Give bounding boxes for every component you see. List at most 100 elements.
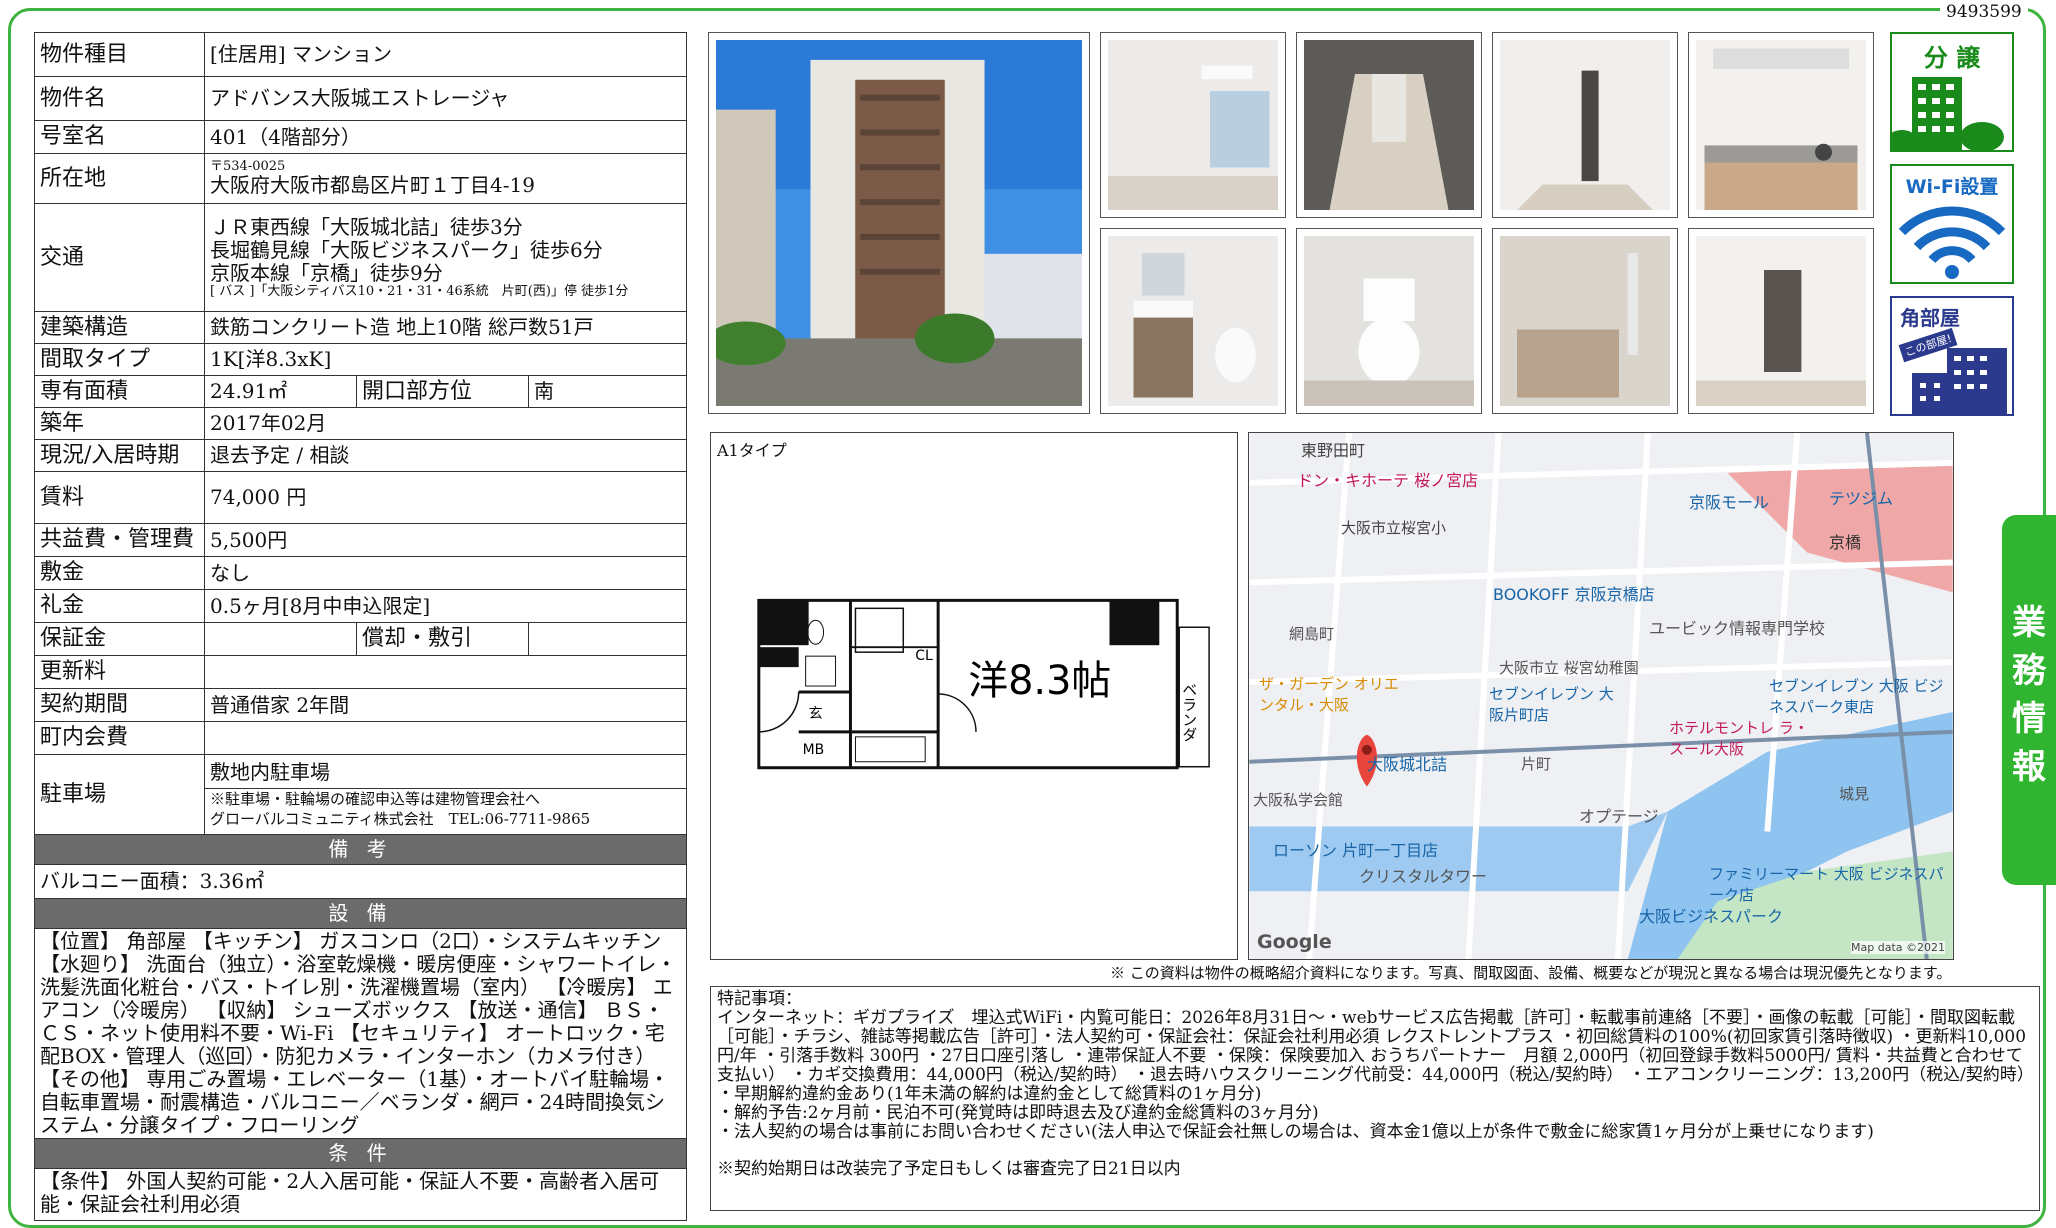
interior-photo-toilet[interactable] (1296, 228, 1482, 414)
value-key-money: 0.5ヶ月[8月中申込限定] (203, 589, 688, 623)
wifi-icon (1898, 206, 2006, 279)
label-guarantee: 保証金 (34, 622, 205, 656)
business-info-tab-label: 業務情報 (2012, 603, 2046, 787)
notes-line: ・法人契約の場合は事前にお問い合わせください(法人申込で保証会社無しの場合は、資… (717, 1122, 1874, 1143)
label-status: 現況/入居時期 (34, 439, 205, 472)
map-label: ホテルモントレ ラ・スール大阪 (1669, 719, 1809, 758)
map-attribution: Map data ©2021 (1851, 941, 1945, 954)
facilities-text: 【位置】 角部屋 【キッチン】 ガスコンロ（2口）・システムキッチン 【水廻り】… (33, 928, 688, 1139)
property-id: 9493599 (1940, 2, 2028, 22)
label-parking: 駐車場 (34, 754, 205, 835)
label-rent: 賃料 (34, 471, 205, 524)
label-area: 専有面積 (34, 375, 205, 408)
map-label: セブンイレブン 大阪 ビジネスパーク東店 (1769, 677, 1944, 716)
map-label: オプテージ (1579, 807, 1659, 826)
interior-photo-entrance[interactable] (1688, 228, 1874, 414)
interior-photo-bathroom[interactable] (1492, 228, 1678, 414)
badge-wifi: Wi-Fi設置 (1890, 164, 2014, 284)
access-list: ＪＲ東西線「大阪城北詰」徒歩3分 長堀鶴見線「大阪ビジネスパーク」徒歩6分 京阪… (203, 203, 688, 312)
map-label: 大阪ビジネスパーク (1639, 907, 1784, 926)
floorplan-drawing: 洋8.3帖 CL 玄 MB ベランダ (757, 598, 1210, 770)
label-built: 築年 (34, 407, 205, 440)
building-exterior-photo[interactable] (708, 32, 1090, 414)
postal-code: 〒534-0025 (210, 158, 286, 174)
floorplan-cl-label: CL (915, 648, 933, 664)
access-line: 京阪本線「京橋」徒歩9分 (210, 260, 443, 285)
interior-photo-kitchen[interactable] (1688, 32, 1874, 218)
notes-title: 特記事項： (717, 989, 802, 1009)
value-name: アドバンス大阪城エストレージャ (203, 76, 688, 121)
map-label: テツジム (1829, 489, 1894, 508)
map-label: 片町 (1521, 755, 1552, 773)
notes-line (717, 1142, 2033, 1160)
interior-photo-corridor[interactable] (1492, 32, 1678, 218)
building-icon (1892, 77, 2004, 150)
floorplan-mb-label: MB (803, 742, 825, 758)
conditions-header: 条 件 (33, 1138, 688, 1169)
value-town-fee (203, 721, 688, 755)
notes-line: ・早期解約違約金あり(1年未満の解約は違約金として総賃料の1ヶ月分) (717, 1084, 1262, 1105)
notes-line: ※契約始期日は改装完了予定日もしくは審査完了日21日以内 (717, 1159, 1181, 1180)
business-info-tab[interactable]: 業務情報 (2002, 515, 2056, 885)
property-info-table: 物件種目 [住居用] マンション 物件名 アドバンス大阪城エストレージャ 号室名 40… (33, 32, 688, 1221)
label-structure: 建築構造 (34, 311, 205, 344)
interior-photo-hallway[interactable] (1296, 32, 1482, 218)
map-label: 大阪市立 桜宮幼稚園 (1499, 659, 1639, 677)
map-label: ドン・キホーテ 桜ノ宮店 (1297, 471, 1479, 490)
map-label: 大阪私学会館 (1253, 791, 1344, 809)
value-parking: 敷地内駐車場 (205, 759, 687, 790)
notes-line: インターネット：ギガプライズ 埋込式WiFi・内覧可能日：2026年8月31日～… (717, 1008, 2034, 1086)
access-line: 長堀鶴見線「大阪ビジネスパーク」徒歩6分 (210, 237, 603, 262)
parking-note-1: ※駐車場・駐輪場の確認申込等は建物管理会社へ (210, 790, 541, 809)
parking-note-2: グローバルコミュニティ株式会社 TEL:06-7711-9865 (210, 809, 591, 828)
disclaimer-text: ※ この資料は物件の概略紹介資料になります。写真、間取図面、設備、概要などが現況… (1110, 964, 1952, 982)
label-address: 所在地 (34, 153, 205, 204)
map-label: 大阪城北詰 (1367, 755, 1448, 774)
access-bus: [ バス ]「大阪シティバス10・21・31・46系統 片町(西)」停 徒歩1分 (210, 283, 629, 299)
map-label: ファミリーマート 大阪 ビジネスパーク店 (1709, 865, 1944, 904)
conditions-text: 【条件】 外国人契約可能・2人入居可能・保証人不要・高齢者入居可能・保証会社利用… (33, 1168, 688, 1221)
value-renewal (203, 655, 688, 689)
value-contract: 普通借家 2年間 (203, 688, 688, 722)
badge-wifi-text: Wi-Fi設置 (1905, 176, 1999, 198)
label-type: 物件種目 (34, 32, 205, 77)
value-orientation: 南 (527, 375, 688, 408)
interior-photo-washroom[interactable] (1100, 228, 1286, 414)
special-notes-box: 特記事項： インターネット：ギガプライズ 埋込式WiFi・内覧可能日：2026年… (710, 986, 2040, 1211)
location-map[interactable]: 東野田町 ドン・キホーテ 桜ノ宮店 大阪市立桜宮小 京阪モール テツジム 京橋 … (1248, 432, 1954, 960)
value-rent: 74,000 円 (203, 471, 688, 524)
value-guarantee (204, 622, 357, 656)
label-layout: 間取タイプ (34, 343, 205, 376)
label-mgmt-fee: 共益費・管理費 (34, 523, 205, 557)
label-deposit: 敷金 (34, 556, 205, 590)
interior-photo-room[interactable] (1100, 32, 1286, 218)
map-label: ローソン 片町一丁目店 (1273, 841, 1439, 860)
value-type: [住居用] マンション (203, 32, 688, 77)
value-address: 大阪府大阪市都島区片町１丁目4-19 (210, 173, 535, 198)
value-layout: 1K[洋8.3xK] (203, 343, 688, 376)
label-contract: 契約期間 (34, 688, 205, 722)
value-room: 401（4階部分） (203, 120, 688, 154)
map-label: 京橋 (1829, 533, 1862, 552)
map-label: 京阪モール (1689, 493, 1770, 512)
value-mgmt-fee: 5,500円 (203, 523, 688, 557)
remarks-header: 備 考 (33, 834, 688, 865)
map-label: 大阪市立桜宮小 (1341, 519, 1447, 537)
corner-building-icon (1912, 348, 2007, 414)
floorplan-room-label: 洋8.3帖 (968, 658, 1111, 704)
map-label: 城見 (1839, 785, 1870, 803)
map-label: BOOKOFF 京阪京橋店 (1493, 585, 1655, 604)
map-label: ザ・ガーデン オリエンタル・大阪 (1259, 675, 1399, 714)
value-area: 24.91㎡ (204, 375, 357, 408)
label-renewal: 更新料 (34, 655, 205, 689)
label-orientation: 開口部方位 (356, 375, 529, 408)
value-amort (527, 622, 688, 656)
floorplan-panel[interactable]: A1タイプ 洋8.3帖 CL 玄 MB ベランダ (710, 432, 1238, 960)
map-label: クリスタルタワー (1359, 867, 1488, 886)
label-amort: 償却・敷引 (356, 622, 529, 656)
remarks-text: バルコニー面積：3.36㎡ (33, 864, 688, 899)
badge-corner-room: 角部屋 この部屋! (1890, 296, 2014, 416)
label-key-money: 礼金 (34, 589, 205, 623)
floorplan-genkan-label: 玄 (809, 705, 823, 722)
label-room: 号室名 (34, 120, 205, 154)
